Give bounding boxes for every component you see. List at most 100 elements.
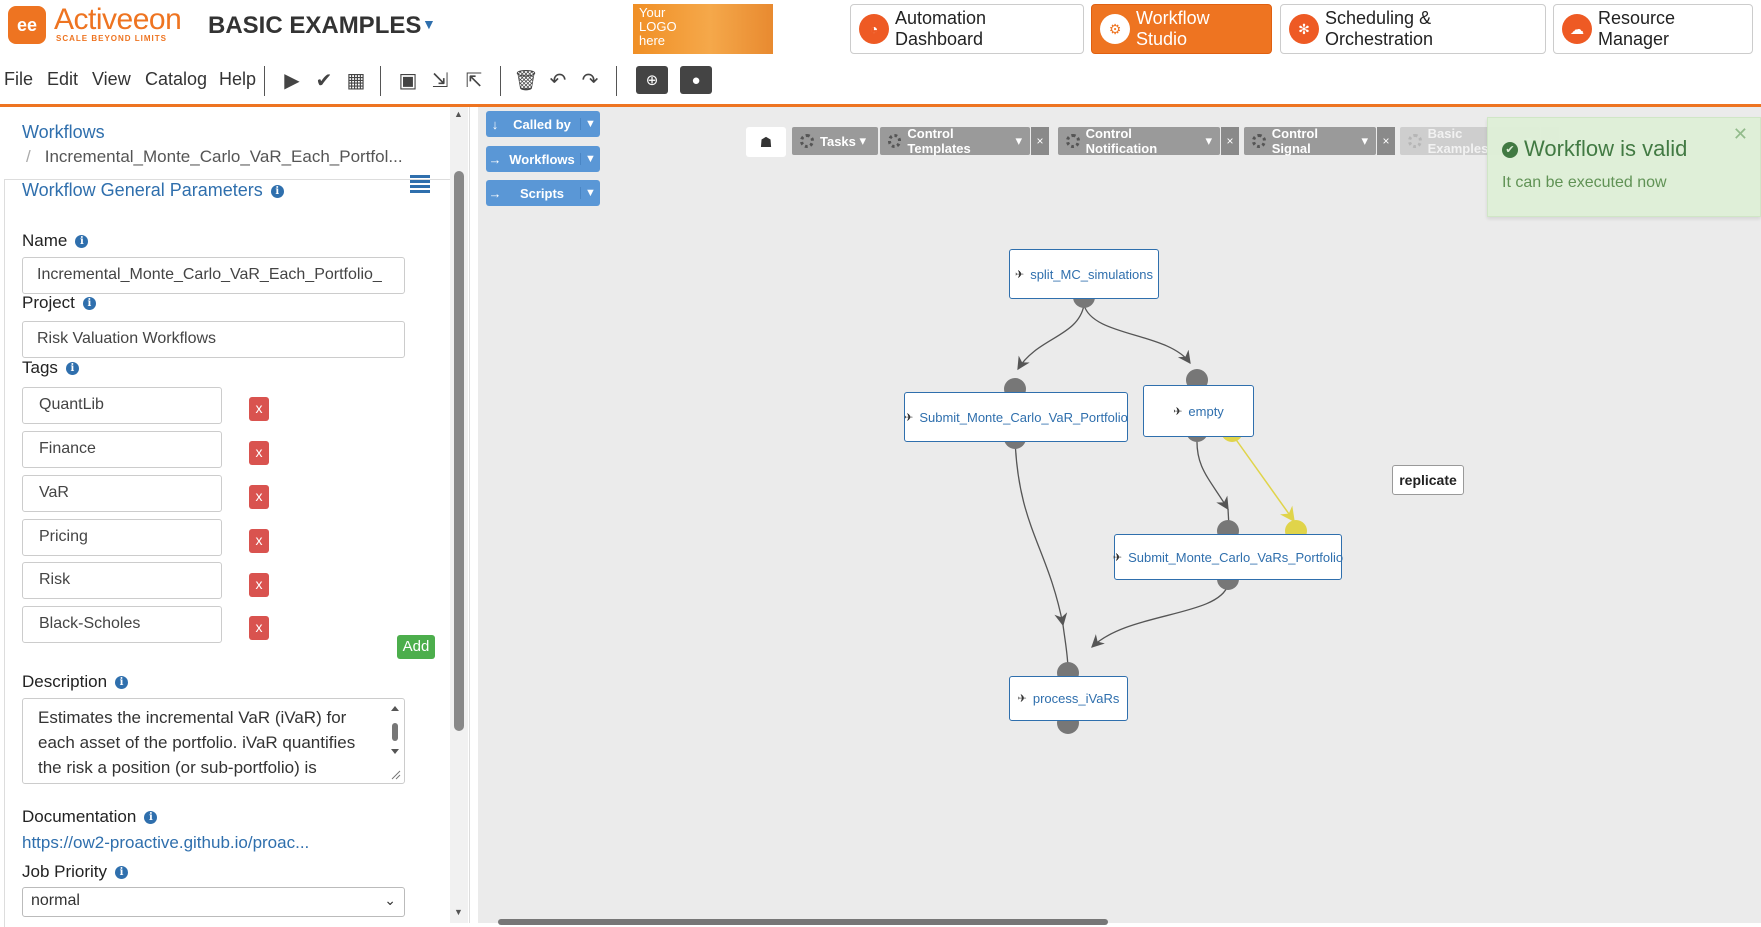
globe-folder-icon[interactable]: ⊕ [636, 66, 668, 94]
workflow-studio-button[interactable]: ⚙ Workflow Studio [1091, 4, 1272, 54]
palette-control-signal[interactable]: Control Signal ▾ [1244, 126, 1376, 156]
add-tag-button[interactable]: Add [397, 635, 435, 659]
trash-icon[interactable]: 🗑 [512, 66, 540, 94]
list-view-icon[interactable] [410, 173, 430, 193]
info-icon[interactable]: i [144, 811, 158, 825]
notification-title: ✔ Workflow is valid [1502, 136, 1687, 162]
job-priority-select[interactable]: normal ⌄ [22, 887, 405, 917]
palette-close-button[interactable]: × [1221, 127, 1239, 155]
dependency-edge [1091, 584, 1229, 648]
remove-tag-button[interactable]: x [249, 616, 269, 640]
tag-input[interactable]: Risk [22, 562, 222, 599]
remove-tag-button[interactable]: x [249, 529, 269, 553]
breadcrumb-current: / Incremental_Monte_Carlo_VaR_Each_Portfo… [26, 147, 403, 167]
info-icon[interactable]: i [115, 676, 129, 690]
description-text: Estimates the incremental VaR (iVaR) for… [38, 708, 356, 777]
name-input[interactable]: Incremental_Monte_Carlo_VaR_Each_Portfol… [22, 257, 405, 294]
menu-edit[interactable]: Edit [47, 69, 78, 90]
scheduling-orchestration-button[interactable]: ✻ Scheduling & Orchestration [1280, 4, 1546, 54]
task-submit-monte-carlo-vars-portfolio[interactable]: ✈ Submit_Monte_Carlo_VaRs_Portfolio [1113, 534, 1343, 580]
info-icon[interactable]: i [115, 866, 129, 880]
undo-icon[interactable]: ↶ [544, 66, 572, 94]
portal-label: Automation Dashboard [895, 8, 987, 49]
calendar-icon[interactable]: ▦ [342, 66, 370, 94]
tag-input[interactable]: Finance [22, 431, 222, 468]
import-icon[interactable]: ⇲ [426, 66, 454, 94]
task-process-ivars[interactable]: ✈ process_iVaRs [1009, 676, 1128, 721]
cloud-icon: ☁ [1562, 14, 1592, 44]
left-panel-scrollbar[interactable]: ▲ ▼ [450, 107, 468, 923]
palette-control-notification[interactable]: Control Notification ▾ [1058, 126, 1220, 156]
palette-close-button[interactable]: × [1031, 127, 1049, 155]
breadcrumb-separator: / [26, 147, 31, 166]
tags-label: Tags i [22, 358, 79, 378]
palette-label: Tasks [820, 133, 856, 149]
bucket-title[interactable]: BASIC EXAMPLES [208, 12, 421, 40]
toolbar-divider [264, 66, 265, 96]
task-submit-monte-carlo-var-portfolio[interactable]: ✈ Submit_Monte_Carlo_VaR_Portfolio [904, 392, 1128, 442]
task-empty[interactable]: ✈ empty [1143, 385, 1254, 437]
remove-tag-button[interactable]: x [249, 573, 269, 597]
job-priority-label-text: Job Priority [22, 862, 108, 881]
called-by-button[interactable]: ↓ Called by ▼ [486, 111, 600, 137]
menu-catalog[interactable]: Catalog [145, 69, 207, 90]
project-label-text: Project [22, 293, 75, 312]
canvas-horizontal-scrollbar[interactable] [498, 919, 1108, 925]
activeeon-logo-icon[interactable]: ee [8, 6, 46, 44]
menu-file[interactable]: File [4, 69, 33, 90]
workflow-canvas[interactable]: ↓ Called by ▼ → Workflows ▼ → Scripts ▼ … [478, 107, 1761, 925]
scripts-button[interactable]: → Scripts ▼ [486, 180, 600, 206]
menu-help[interactable]: Help [219, 69, 256, 90]
remove-tag-button[interactable]: x [249, 441, 269, 465]
task-icon: ✈ [1014, 268, 1025, 281]
tag-input[interactable]: VaR [22, 475, 222, 512]
brand-tagline: SCALE BEYOND LIMITS [56, 34, 168, 43]
project-input[interactable]: Risk Valuation Workflows [22, 321, 405, 358]
info-icon[interactable]: i [65, 362, 79, 376]
remove-tag-button[interactable]: x [249, 397, 269, 421]
menu-view[interactable]: View [92, 69, 131, 90]
tag-input[interactable]: QuantLib [22, 387, 222, 424]
description-textarea[interactable]: Estimates the incremental VaR (iVaR) for… [22, 698, 405, 784]
job-priority-label: Job Priority i [22, 862, 129, 882]
close-icon[interactable]: ✕ [1733, 124, 1748, 145]
scrollbar-thumb[interactable] [454, 171, 464, 731]
palette-home-icon[interactable]: ☗ [746, 127, 786, 157]
breadcrumb-current-label: Incremental_Monte_Carlo_VaR_Each_Portfol… [44, 147, 403, 166]
custom-logo: Your LOGO here [633, 4, 773, 54]
user-folder-icon[interactable]: ● [680, 66, 712, 94]
export-icon[interactable]: ⇱ [460, 66, 488, 94]
bucket-dropdown-icon[interactable]: ▼ [422, 16, 436, 32]
documentation-link[interactable]: https://ow2-proactive.github.io/proac... [22, 833, 309, 853]
gears-icon: ✻ [1289, 14, 1319, 44]
info-icon[interactable]: i [270, 184, 284, 198]
tag-input[interactable]: Black-Scholes [22, 606, 222, 643]
info-icon[interactable]: i [75, 235, 89, 249]
palette-control-templates[interactable]: Control Templates ▾ [880, 126, 1030, 156]
scroll-up-icon[interactable]: ▲ [454, 109, 463, 119]
dependency-edge [1017, 304, 1085, 371]
resource-manager-button[interactable]: ☁ Resource Manager [1553, 4, 1753, 54]
scroll-down-icon[interactable]: ▼ [454, 907, 463, 917]
description-scrollbar[interactable] [388, 701, 402, 781]
automation-dashboard-button[interactable]: ◔ Automation Dashboard [850, 4, 1084, 54]
tag-input[interactable]: Pricing [22, 519, 222, 556]
info-icon[interactable]: i [82, 297, 96, 311]
check-icon[interactable]: ✔ [310, 66, 338, 94]
name-label: Name i [22, 231, 89, 251]
arrow-right-icon: → [488, 185, 502, 201]
brand-name[interactable]: Activeeon [54, 5, 182, 35]
studio-icon: ⚙ [1100, 14, 1130, 44]
play-icon[interactable]: ▶ [278, 66, 306, 94]
breadcrumb-workflows[interactable]: Workflows [22, 122, 105, 143]
check-circle-icon: ✔ [1502, 142, 1518, 159]
replicate-label[interactable]: replicate [1392, 465, 1464, 495]
save-icon[interactable]: ▣ [394, 66, 422, 94]
description-label-text: Description [22, 672, 108, 691]
palette-tasks[interactable]: Tasks ▾ [792, 127, 878, 155]
task-split-mc-simulations[interactable]: ✈ split_MC_simulations [1009, 249, 1159, 299]
remove-tag-button[interactable]: x [249, 485, 269, 509]
workflows-button[interactable]: → Workflows ▼ [486, 146, 600, 172]
palette-close-button[interactable]: × [1377, 127, 1395, 155]
redo-icon[interactable]: ↷ [576, 66, 604, 94]
